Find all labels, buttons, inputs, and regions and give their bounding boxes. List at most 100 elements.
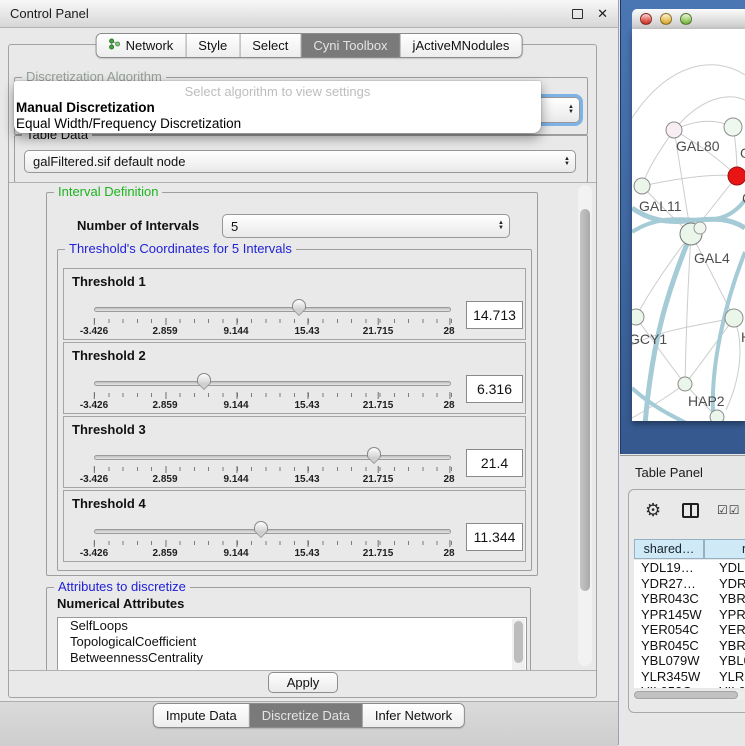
threshold-panel: Threshold 4-3.4262.8599.14415.4321.71528…	[63, 490, 526, 562]
combo-stepper-icon[interactable]: ▲▼	[559, 157, 575, 167]
algorithm-dropdown-popup: Select algorithm to view settings Manual…	[14, 81, 541, 133]
number-of-intervals-spinner[interactable]: 5 ▲▼	[222, 214, 510, 238]
table-row[interactable]: YIL052CYIL0	[634, 684, 745, 688]
slider-thumb[interactable]	[254, 521, 268, 532]
tab-select[interactable]: Select	[240, 34, 301, 57]
tab-label: Discretize Data	[262, 708, 350, 723]
cell-name: YIL0	[704, 684, 745, 688]
threshold-value-field[interactable]: 14.713	[466, 301, 523, 329]
column-header-na[interactable]: na	[704, 539, 745, 559]
network-node[interactable]	[632, 309, 644, 325]
settings-scrollbar[interactable]	[578, 185, 592, 666]
tab-impute-data[interactable]: Impute Data	[154, 704, 250, 727]
network-node[interactable]	[710, 410, 724, 421]
float-window-icon[interactable]	[572, 9, 583, 19]
table-row[interactable]: YDL19…YDL1	[634, 560, 745, 576]
slider-tick-label: 2.859	[152, 474, 177, 485]
table-row[interactable]: YBR045CYBR0	[634, 638, 745, 654]
network-node[interactable]	[666, 122, 682, 138]
network-node-label: H	[741, 329, 745, 345]
popup-item-equal-width-frequency-discretization[interactable]: Equal Width/Frequency Discretization	[16, 116, 539, 132]
slider-track[interactable]	[94, 455, 451, 460]
gear-icon[interactable]: ⚙	[645, 500, 661, 521]
split-column-icon[interactable]	[682, 503, 699, 518]
threshold-value-field[interactable]: 21.4	[466, 449, 523, 477]
scrollbar-thumb[interactable]	[514, 621, 523, 663]
close-traffic-light-icon[interactable]	[640, 13, 652, 25]
table-panel-title: Table Panel	[635, 465, 703, 480]
threshold-value-field[interactable]: 11.344	[466, 523, 523, 551]
network-node[interactable]	[728, 167, 745, 185]
popup-item-manual-discretization[interactable]: Manual Discretization	[16, 100, 539, 116]
attributes-group: Attributes to discretize Numerical Attri…	[46, 587, 531, 671]
checkbox-icon[interactable]: ☑☑	[717, 503, 741, 517]
top-tab-bar: Network Style SelectCyni ToolboxjActiveMNo…	[96, 33, 523, 58]
table-row[interactable]: YPR145WYPR1	[634, 607, 745, 623]
slider-thumb[interactable]	[367, 447, 381, 458]
slider-thumb[interactable]	[292, 299, 306, 310]
table-hscrollbar-thumb[interactable]	[634, 691, 738, 699]
apply-button[interactable]: Apply	[268, 672, 338, 693]
attribute-list-item[interactable]: TopologicalCoefficient	[58, 634, 526, 650]
tab-cyni-toolbox[interactable]: Cyni Toolbox	[301, 34, 400, 57]
cell-name: YER0	[704, 622, 745, 638]
tab-label: Style	[198, 38, 227, 53]
close-icon[interactable]: ✕	[597, 7, 608, 20]
attribute-list-item[interactable]: SelfLoops	[58, 618, 526, 634]
network-node[interactable]	[694, 222, 706, 234]
interval-definition-group: Interval Definition Number of Intervals …	[46, 192, 538, 576]
cell-shared-name: YLR345W	[634, 669, 704, 685]
network-node[interactable]	[724, 118, 742, 136]
network-graph: GAL80GACGAL11GAL4GCY1HHAP2	[632, 29, 745, 421]
slider-track[interactable]	[94, 381, 451, 386]
slider-track[interactable]	[94, 307, 451, 312]
combo-stepper-icon[interactable]: ▲▼	[563, 105, 579, 115]
table-row[interactable]: YBR043CYBR0	[634, 591, 745, 607]
minimize-traffic-light-icon[interactable]	[660, 13, 672, 25]
list-scrollbar[interactable]	[512, 619, 525, 671]
network-node[interactable]	[634, 178, 650, 194]
slider-tick-label: 21.715	[363, 474, 394, 485]
column-header-shared-[interactable]: shared…	[634, 539, 704, 559]
tab-discretize-data[interactable]: Discretize Data	[250, 704, 363, 727]
cell-name: YBR0	[704, 638, 745, 654]
table-row[interactable]: YLR345WYLR3	[634, 669, 745, 685]
slider-ticks	[94, 467, 452, 471]
tab-network[interactable]: Network	[97, 34, 187, 57]
slider-thumb[interactable]	[197, 373, 211, 384]
combo-stepper-icon[interactable]: ▲▼	[493, 221, 509, 231]
network-canvas[interactable]: GAL80GACGAL11GAL4GCY1HHAP2	[632, 29, 745, 421]
panel-title: Control Panel	[10, 6, 89, 21]
network-node[interactable]	[678, 377, 692, 391]
settings-scrollbar-thumb[interactable]	[580, 209, 590, 591]
threshold-label: Threshold 4	[72, 496, 146, 511]
slider-tick-label: 15.43	[294, 326, 319, 337]
tab-infer-network[interactable]: Infer Network	[363, 704, 464, 727]
slider-track[interactable]	[94, 529, 451, 534]
table-row[interactable]: YDR27…YDR2	[634, 576, 745, 592]
network-node[interactable]	[725, 309, 743, 327]
table-horizontal-scrollbar[interactable]	[633, 690, 745, 700]
bottom-tab-bar: Impute Data Discretize Data Infer Network	[153, 703, 465, 728]
table-data-group: Table Data galFiltered.sif default node …	[14, 135, 588, 183]
table-row[interactable]: YBL079WYBL0	[634, 653, 745, 669]
table-toolbar: ⚙ ☑☑	[629, 490, 745, 536]
threshold-label: Threshold 2	[72, 348, 146, 363]
zoom-traffic-light-icon[interactable]	[680, 13, 692, 25]
cyni-toolbox-panel: Discretization Algorithm ▲▼ Select algor…	[8, 44, 597, 698]
table-data-combobox-value: galFiltered.sif default node	[25, 154, 559, 169]
cell-shared-name: YIL052C	[634, 684, 704, 688]
table-row[interactable]: YER054CYER0	[634, 622, 745, 638]
tab-style[interactable]: Style	[186, 34, 240, 57]
slider-tick-label: -3.426	[80, 326, 108, 337]
attribute-list-item[interactable]: BetweennessCentrality	[58, 650, 526, 666]
slider-tick-label: -3.426	[80, 400, 108, 411]
table-data-combobox[interactable]: galFiltered.sif default node ▲▼	[24, 150, 576, 173]
threshold-label: Threshold 1	[72, 274, 146, 289]
tab-jactivemnodules[interactable]: jActiveMNodules	[401, 34, 522, 57]
numerical-attributes-list[interactable]: SelfLoopsTopologicalCoefficientBetweenne…	[57, 617, 527, 671]
network-node-label: GAL4	[694, 250, 730, 266]
threshold-value-field[interactable]: 6.316	[466, 375, 523, 403]
slider-tick-label: 15.43	[294, 548, 319, 559]
slider-ticks	[94, 541, 452, 545]
